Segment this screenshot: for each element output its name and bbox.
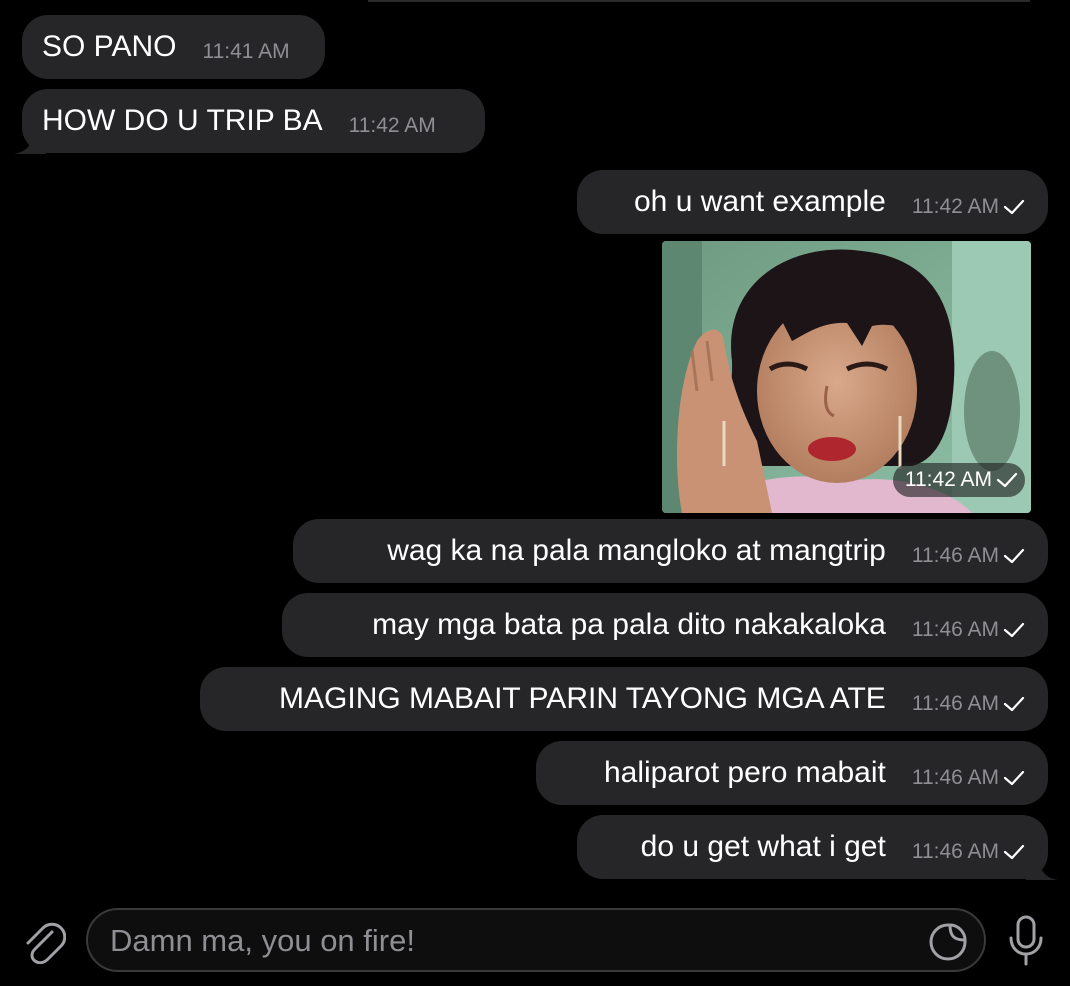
message-text: do u get what i get <box>640 830 886 863</box>
message-bubble-outgoing[interactable]: MAGING MABAIT PARIN TAYONG MGA ATE 11:46… <box>200 667 1048 731</box>
message-bubble-outgoing[interactable]: do u get what i get 11:46 AM <box>577 815 1048 879</box>
previous-bubble-edge <box>368 0 1030 2</box>
message-bubble-outgoing[interactable]: haliparot pero mabait 11:46 AM <box>536 741 1048 805</box>
message-bubble-outgoing[interactable]: oh u want example 11:42 AM <box>577 170 1048 234</box>
message-text: SO PANO <box>42 30 177 63</box>
message-bubble-incoming[interactable]: HOW DO U TRIP BA 11:42 AM <box>22 89 485 153</box>
message-time: 11:46 AM <box>912 692 1026 716</box>
message-text: oh u want example <box>634 185 886 218</box>
checkmark-icon <box>996 472 1018 488</box>
bubble-tail-outgoing <box>1026 856 1058 880</box>
checkmark-icon <box>1003 844 1025 860</box>
message-time: 11:42 AM <box>912 195 1026 219</box>
checkmark-icon <box>1003 770 1025 786</box>
paperclip-icon[interactable] <box>20 918 66 964</box>
checkmark-icon <box>1003 622 1025 638</box>
message-text: MAGING MABAIT PARIN TAYONG MGA ATE <box>279 682 886 715</box>
message-bubble-incoming[interactable]: SO PANO 11:41 AM <box>22 15 325 79</box>
bubble-tail-incoming <box>14 130 46 154</box>
message-composer[interactable] <box>86 908 986 972</box>
message-text: may mga bata pa pala dito nakakaloka <box>372 608 886 641</box>
message-bubble-outgoing[interactable]: wag ka na pala mangloko at mangtrip 11:4… <box>293 519 1048 583</box>
message-text: haliparot pero mabait <box>603 756 886 789</box>
photo-timestamp: 11:42 AM <box>892 463 1025 497</box>
checkmark-icon <box>1003 696 1025 712</box>
checkmark-icon <box>1003 548 1025 564</box>
message-time: 11:41 AM <box>202 40 290 63</box>
message-time: 11:46 AM <box>912 544 1026 568</box>
message-text: wag ka na pala mangloko at mangtrip <box>387 534 886 567</box>
checkmark-icon <box>1003 199 1025 215</box>
photo-message[interactable]: 11:42 AM <box>662 241 1031 513</box>
message-time: 11:46 AM <box>912 618 1026 642</box>
message-bubble-outgoing[interactable]: may mga bata pa pala dito nakakaloka 11:… <box>282 593 1048 657</box>
sticker-icon[interactable] <box>928 922 968 962</box>
message-time: 11:46 AM <box>912 840 1026 864</box>
message-time: 11:42 AM <box>348 114 436 137</box>
microphone-icon[interactable] <box>1006 914 1046 968</box>
message-text: HOW DO U TRIP BA <box>42 104 323 137</box>
message-input[interactable] <box>110 922 910 960</box>
message-time: 11:46 AM <box>912 766 1026 790</box>
